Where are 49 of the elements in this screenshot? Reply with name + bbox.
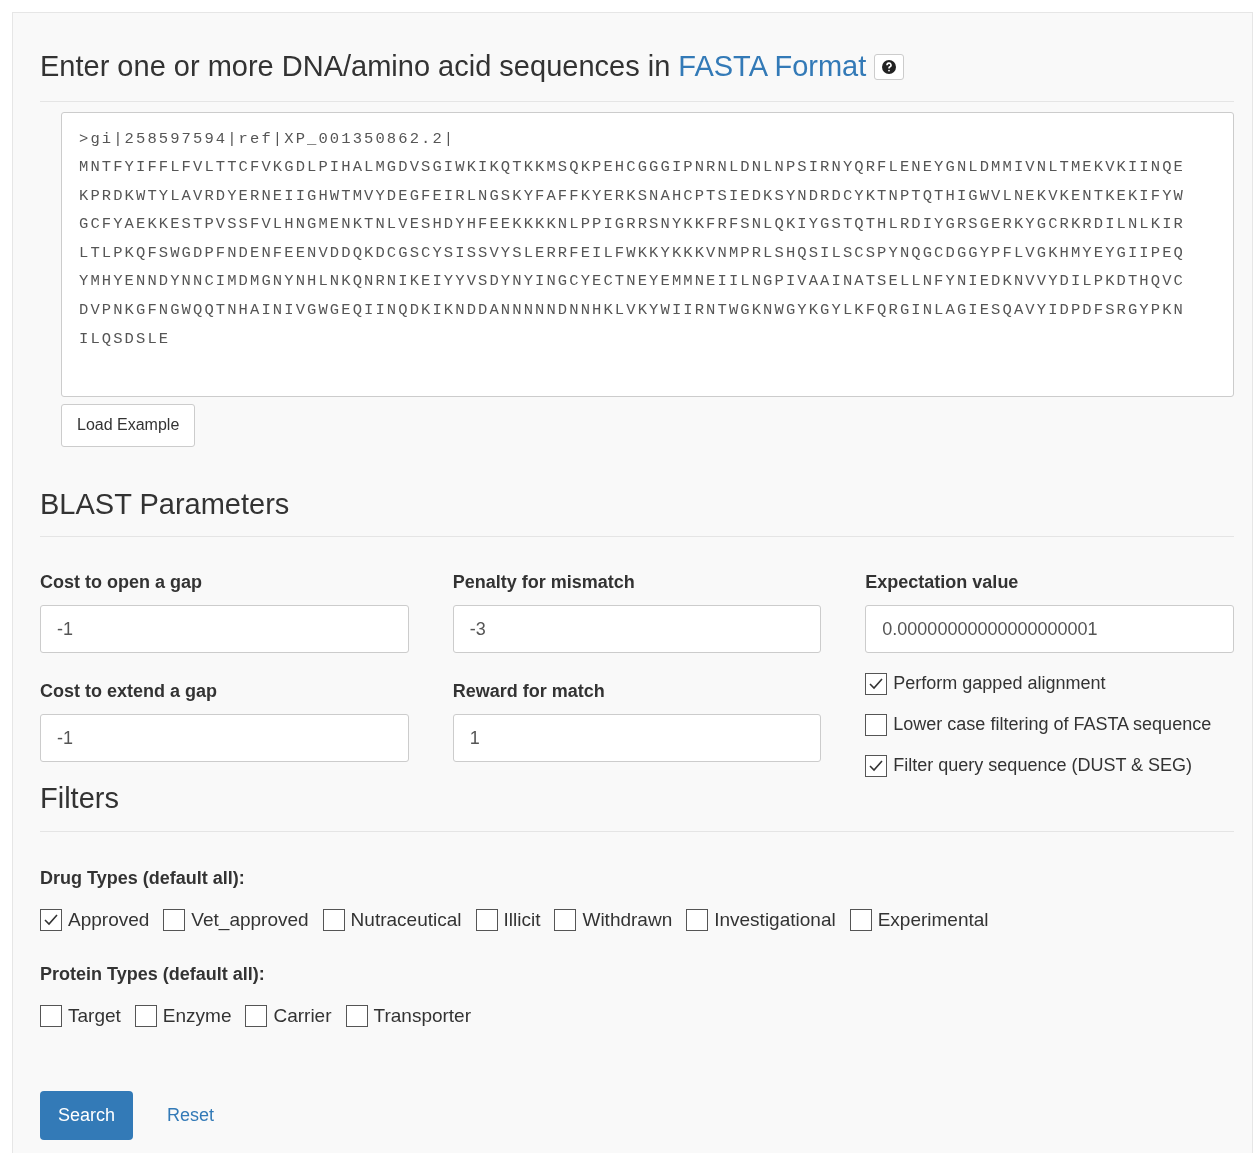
checkbox[interactable] (163, 908, 186, 931)
checkbox-label: Experimental (877, 907, 989, 932)
field-label: Expectation value (865, 571, 1020, 594)
input-field[interactable]: 1 (452, 714, 822, 762)
reset-link[interactable]: Reset (167, 1101, 215, 1129)
checkbox[interactable] (865, 754, 888, 777)
field-label: Reward for match (452, 680, 606, 703)
field-label: Cost to extend a gap (40, 680, 219, 703)
filter-group-label: Drug Types (default all): (40, 866, 246, 890)
checkbox-label: Perform gapped alignment (893, 672, 1106, 695)
checkbox-label: Nutraceutical (350, 907, 462, 932)
checkbox-label: Lower case filtering of FASTA sequence (893, 713, 1212, 736)
input-field[interactable]: -1 (40, 714, 409, 762)
checkbox-label: Approved (68, 907, 150, 932)
checkbox[interactable] (686, 908, 709, 931)
input-field[interactable]: -1 (40, 605, 409, 653)
checkbox[interactable] (475, 908, 498, 931)
sequence-field[interactable]: >gi|258597594|ref|XP_001350862.2| MNTFYIFFLFVLTTCFVKGDLPIHALMGDVSGIWKIKQTKKMSQKPEHCGGGIPNRNLDNLNPSIRNYQRFLENEYGNLDMMIVNLTMEKVKIINQE KPRDKWTYLAVRDYERNEIIGHWTMVYDEGFEIRLNGSKYFAFFKYERKSNAHCPTSIEDKSYNDRDCYKTNPTQTHIGWVLNEKVKENTKEKIFYW GCFYAEKKESTPVSSFVLHNGMENKTNLVESHDYHFEEKKKKNLPPIGRRSNYKKFRFSNLQKIYGSTQTHLRDIYGRSGERKYGCRKRDILNLKIR LTLPKQFSWGDPFNDENFEENVDDQKDCGSCYSISSVYSLERRFEILFWKKYKKKVNMPRLSHQSILSCSPYNQGCDGGYPFLVGKHMYEYGIIPEQ YMHYENNDYNNCIMDMGNYNHLNKQNRNIKEIYYVSDYNYINGCYECTNEYEMMNEIILNGPIVAAINATSELLNFYNIEDKNVVYDILPKDTHQVC DVPNKGFNGWQQTNHAINIVGWGEQIINQDKIKNDDANNNNNDNNHKLVKYWIIRNTWGKNWGYKGYLKFQRGINLAGIESQAVYIDPDFSRGYPKN ILQSDSLE (61, 111, 1234, 397)
load-example-button[interactable]: Load Example (61, 403, 196, 447)
checkbox-label: Illicit (503, 907, 541, 932)
checkbox[interactable] (245, 1005, 268, 1028)
section-heading: BLAST Parameters (40, 486, 291, 522)
filter-group-label: Protein Types (default all): (40, 963, 266, 986)
checkbox[interactable] (40, 1005, 62, 1028)
checkbox[interactable] (322, 908, 345, 931)
checkbox[interactable] (134, 1005, 157, 1028)
checkbox-label: Filter query sequence (DUST & SEG) (893, 754, 1193, 777)
input-field[interactable]: 0.00000000000000000001 (865, 605, 1234, 653)
field-label: Penalty for mismatch (452, 571, 636, 594)
checkbox-label: Target (68, 1004, 121, 1028)
checkbox[interactable] (865, 672, 888, 695)
checkbox[interactable] (554, 908, 577, 931)
help-icon[interactable] (874, 53, 905, 80)
checkbox[interactable] (40, 908, 62, 931)
checkbox-label: Vet_approved (191, 907, 309, 933)
field-label: Cost to open a gap (40, 571, 203, 594)
checkbox-label: Investigational (714, 907, 836, 932)
checkbox-label: Withdrawn (582, 907, 673, 932)
section-heading: Filters (40, 781, 120, 816)
search-button[interactable]: Search (40, 1090, 134, 1140)
input-field[interactable]: -3 (452, 605, 822, 653)
checkbox[interactable] (865, 713, 888, 736)
checkbox[interactable] (849, 908, 872, 931)
checkbox[interactable] (345, 1005, 368, 1028)
checkbox-label: Carrier (273, 1004, 332, 1028)
fasta-format-link[interactable]: FASTA Format (678, 45, 867, 89)
checkbox-label: Transporter (373, 1004, 471, 1028)
section-heading: Enter one or more DNA/amino acid sequences in (40, 49, 671, 84)
checkbox-label: Enzyme (162, 1004, 232, 1028)
